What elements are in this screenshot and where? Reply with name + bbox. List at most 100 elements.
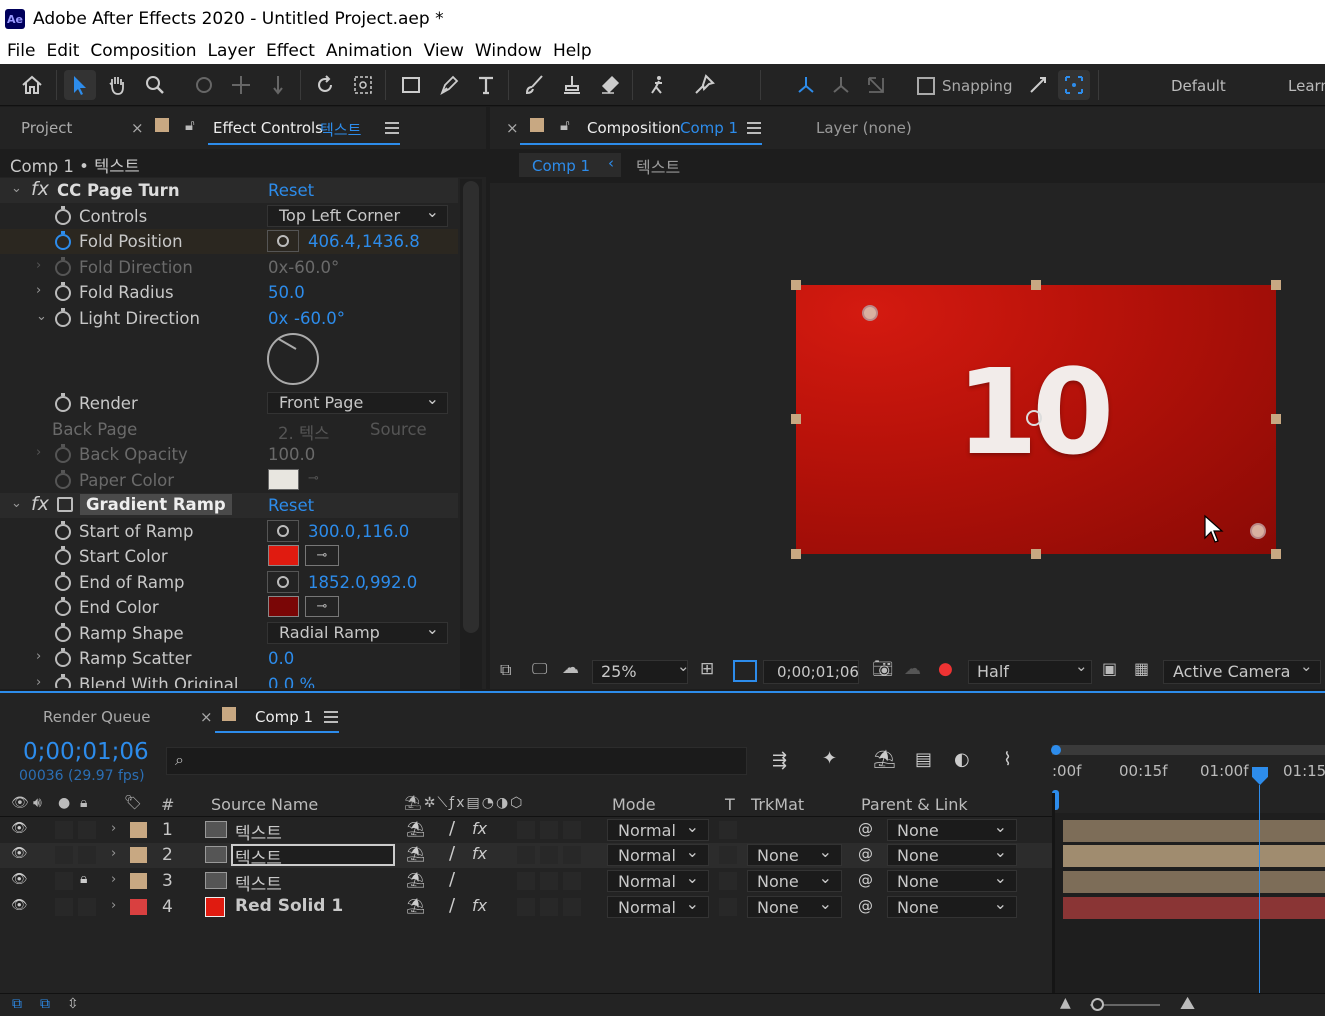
tab-effect-controls[interactable]: Effect Controls [213,119,323,137]
lock-header-icon[interactable]: 🔒︎ [80,795,87,811]
stopwatch-icon[interactable] [55,521,71,540]
clone-stamp-tool-icon[interactable] [556,70,588,100]
label-color-swatch[interactable] [130,899,147,915]
tab-project[interactable]: Project [21,119,72,137]
track-matte-dropdown[interactable]: None [747,893,842,918]
menu-file[interactable]: File [7,41,35,61]
safe-margins-icon[interactable]: ⊞ [700,659,714,679]
stopwatch-icon[interactable] [55,674,71,688]
quality-switch-icon[interactable]: / [449,895,455,916]
resolution-dropdown[interactable]: Half [968,660,1092,684]
video-switch-header-icon[interactable]: 👁︎ [11,795,29,811]
end-of-ramp-y[interactable]: 992.0 [370,573,417,592]
track-matte-dropdown[interactable]: None [747,841,842,866]
end-color-swatch[interactable] [268,596,299,617]
shy-switch-icon[interactable]: ⛱︎ [406,871,425,889]
transform-handle[interactable] [1271,280,1281,290]
workspace-learn[interactable]: Learn [1288,77,1325,95]
monitor-icon[interactable]: 🖵︎ [532,659,547,679]
light-direction-deg[interactable]: -60.0° [294,309,345,328]
pan-camera-icon[interactable] [225,70,257,100]
lock-icon[interactable]: 🔓︎ [560,116,570,134]
visibility-eye-icon[interactable]: 👁︎ [11,898,28,913]
search-input[interactable]: ⌕ [166,747,747,775]
shy-switch-icon[interactable]: ⛱︎ [406,845,425,863]
transform-handle[interactable] [1031,549,1041,559]
end-of-ramp-handle[interactable] [1250,523,1266,539]
layer-name[interactable]: 텍스트 [235,870,282,895]
snapshot-icon[interactable]: ⧉ [500,660,511,680]
lock-icon[interactable]: 🔒︎ [80,871,87,887]
lock-icon[interactable]: 🔓︎ [185,116,195,134]
visibility-eye-icon[interactable]: 👁︎ [11,872,28,887]
fx-switch-icon[interactable]: fx [472,844,487,863]
transfer-controls-toggle-icon[interactable]: ⧉ [40,996,50,1012]
blend-mode-dropdown[interactable]: Normal [607,841,709,866]
visibility-eye-icon[interactable]: 👁︎ [11,821,28,836]
stopwatch-icon[interactable] [55,282,71,301]
stopwatch-icon[interactable] [55,572,71,591]
tab-render-queue[interactable]: Render Queue [43,708,150,726]
tab-comp-name[interactable]: Comp 1 [680,119,738,137]
fx-icon[interactable]: fx [31,178,49,200]
zoom-slider-thumb[interactable] [1091,998,1104,1011]
pen-tool-icon[interactable] [433,70,465,100]
layer-row[interactable]: 👁︎ › 4 Red Solid 1 ⛱︎ / fx Normal None @… [0,893,1052,920]
close-icon[interactable]: × [131,119,144,137]
visibility-eye-icon[interactable]: 👁︎ [11,846,28,861]
quality-switch-icon[interactable]: / [449,843,455,864]
panel-menu-icon[interactable] [385,122,399,134]
transform-handle[interactable] [791,414,801,424]
pan-behind-tool-icon[interactable] [347,70,379,100]
stopwatch-icon[interactable] [55,623,71,642]
scrollbar[interactable] [460,179,482,689]
angle-dial[interactable] [267,333,319,385]
work-area-start[interactable] [1051,745,1061,755]
point-target-icon[interactable] [267,230,299,252]
region-of-interest-icon[interactable] [733,660,757,682]
stopwatch-icon[interactable] [55,648,71,667]
point-target-icon[interactable] [267,571,299,593]
fast-preview-icon[interactable]: ▣ [1102,659,1117,678]
tab-composition[interactable]: Composition [587,119,681,137]
stopwatch-icon[interactable] [55,231,71,250]
menu-view[interactable]: View [424,41,464,61]
selection-tool-icon[interactable] [64,70,96,100]
rectangle-tool-icon[interactable] [395,70,427,100]
eyedropper-icon[interactable]: ⊸ [305,596,339,617]
snapping-checkbox[interactable] [917,77,935,95]
tab-layer[interactable]: Layer (none) [816,119,912,137]
effect-gradient-ramp[interactable]: ⌄ fx Gradient Ramp Reset [0,493,458,518]
snap-options-icon[interactable] [1022,70,1054,100]
point-target-icon[interactable] [267,520,299,542]
channel-icon[interactable]: ● [938,659,953,679]
ramp-shape-dropdown[interactable]: Radial Ramp [267,619,448,644]
roto-brush-tool-icon[interactable] [642,70,674,100]
parent-dropdown[interactable]: None [887,816,1017,841]
menu-composition[interactable]: Composition [90,41,196,61]
menu-layer[interactable]: Layer [208,41,255,61]
tab-timeline-comp[interactable]: Comp 1 [255,708,313,726]
fx-switch-icon[interactable]: fx [472,819,487,838]
fold-position-x[interactable]: 406.4 [308,232,355,251]
start-color-swatch[interactable] [268,545,299,566]
stopwatch-icon[interactable] [55,393,71,412]
hand-tool-icon[interactable] [101,70,133,100]
graph-editor-icon[interactable]: ⌇ [1003,749,1012,770]
transform-handle[interactable] [791,549,801,559]
shy-switch-icon[interactable]: ⛱︎ [406,820,425,838]
stopwatch-icon[interactable] [55,206,71,225]
transparency-grid-icon[interactable]: ▦ [1134,659,1149,678]
layer-row[interactable]: 👁︎ › 2 텍스트 ⛱︎ / fx Normal None @ None [0,841,1052,869]
pick-whip-icon[interactable]: @ [858,871,873,889]
home-icon[interactable] [16,70,48,100]
current-time-field[interactable]: 0;00;01;06 [763,660,859,684]
light-direction-rev[interactable]: 0x [268,309,288,328]
stopwatch-icon[interactable] [55,597,71,616]
layer-switches-toggle-icon[interactable]: ⧉ [12,996,22,1012]
menu-effect[interactable]: Effect [266,41,315,61]
frame-blending-icon[interactable]: ▤ [915,749,932,770]
layer-name[interactable]: 텍스트 [235,819,282,844]
blend-value[interactable]: 0.0 % [268,675,315,688]
parent-dropdown[interactable]: None [887,841,1017,866]
